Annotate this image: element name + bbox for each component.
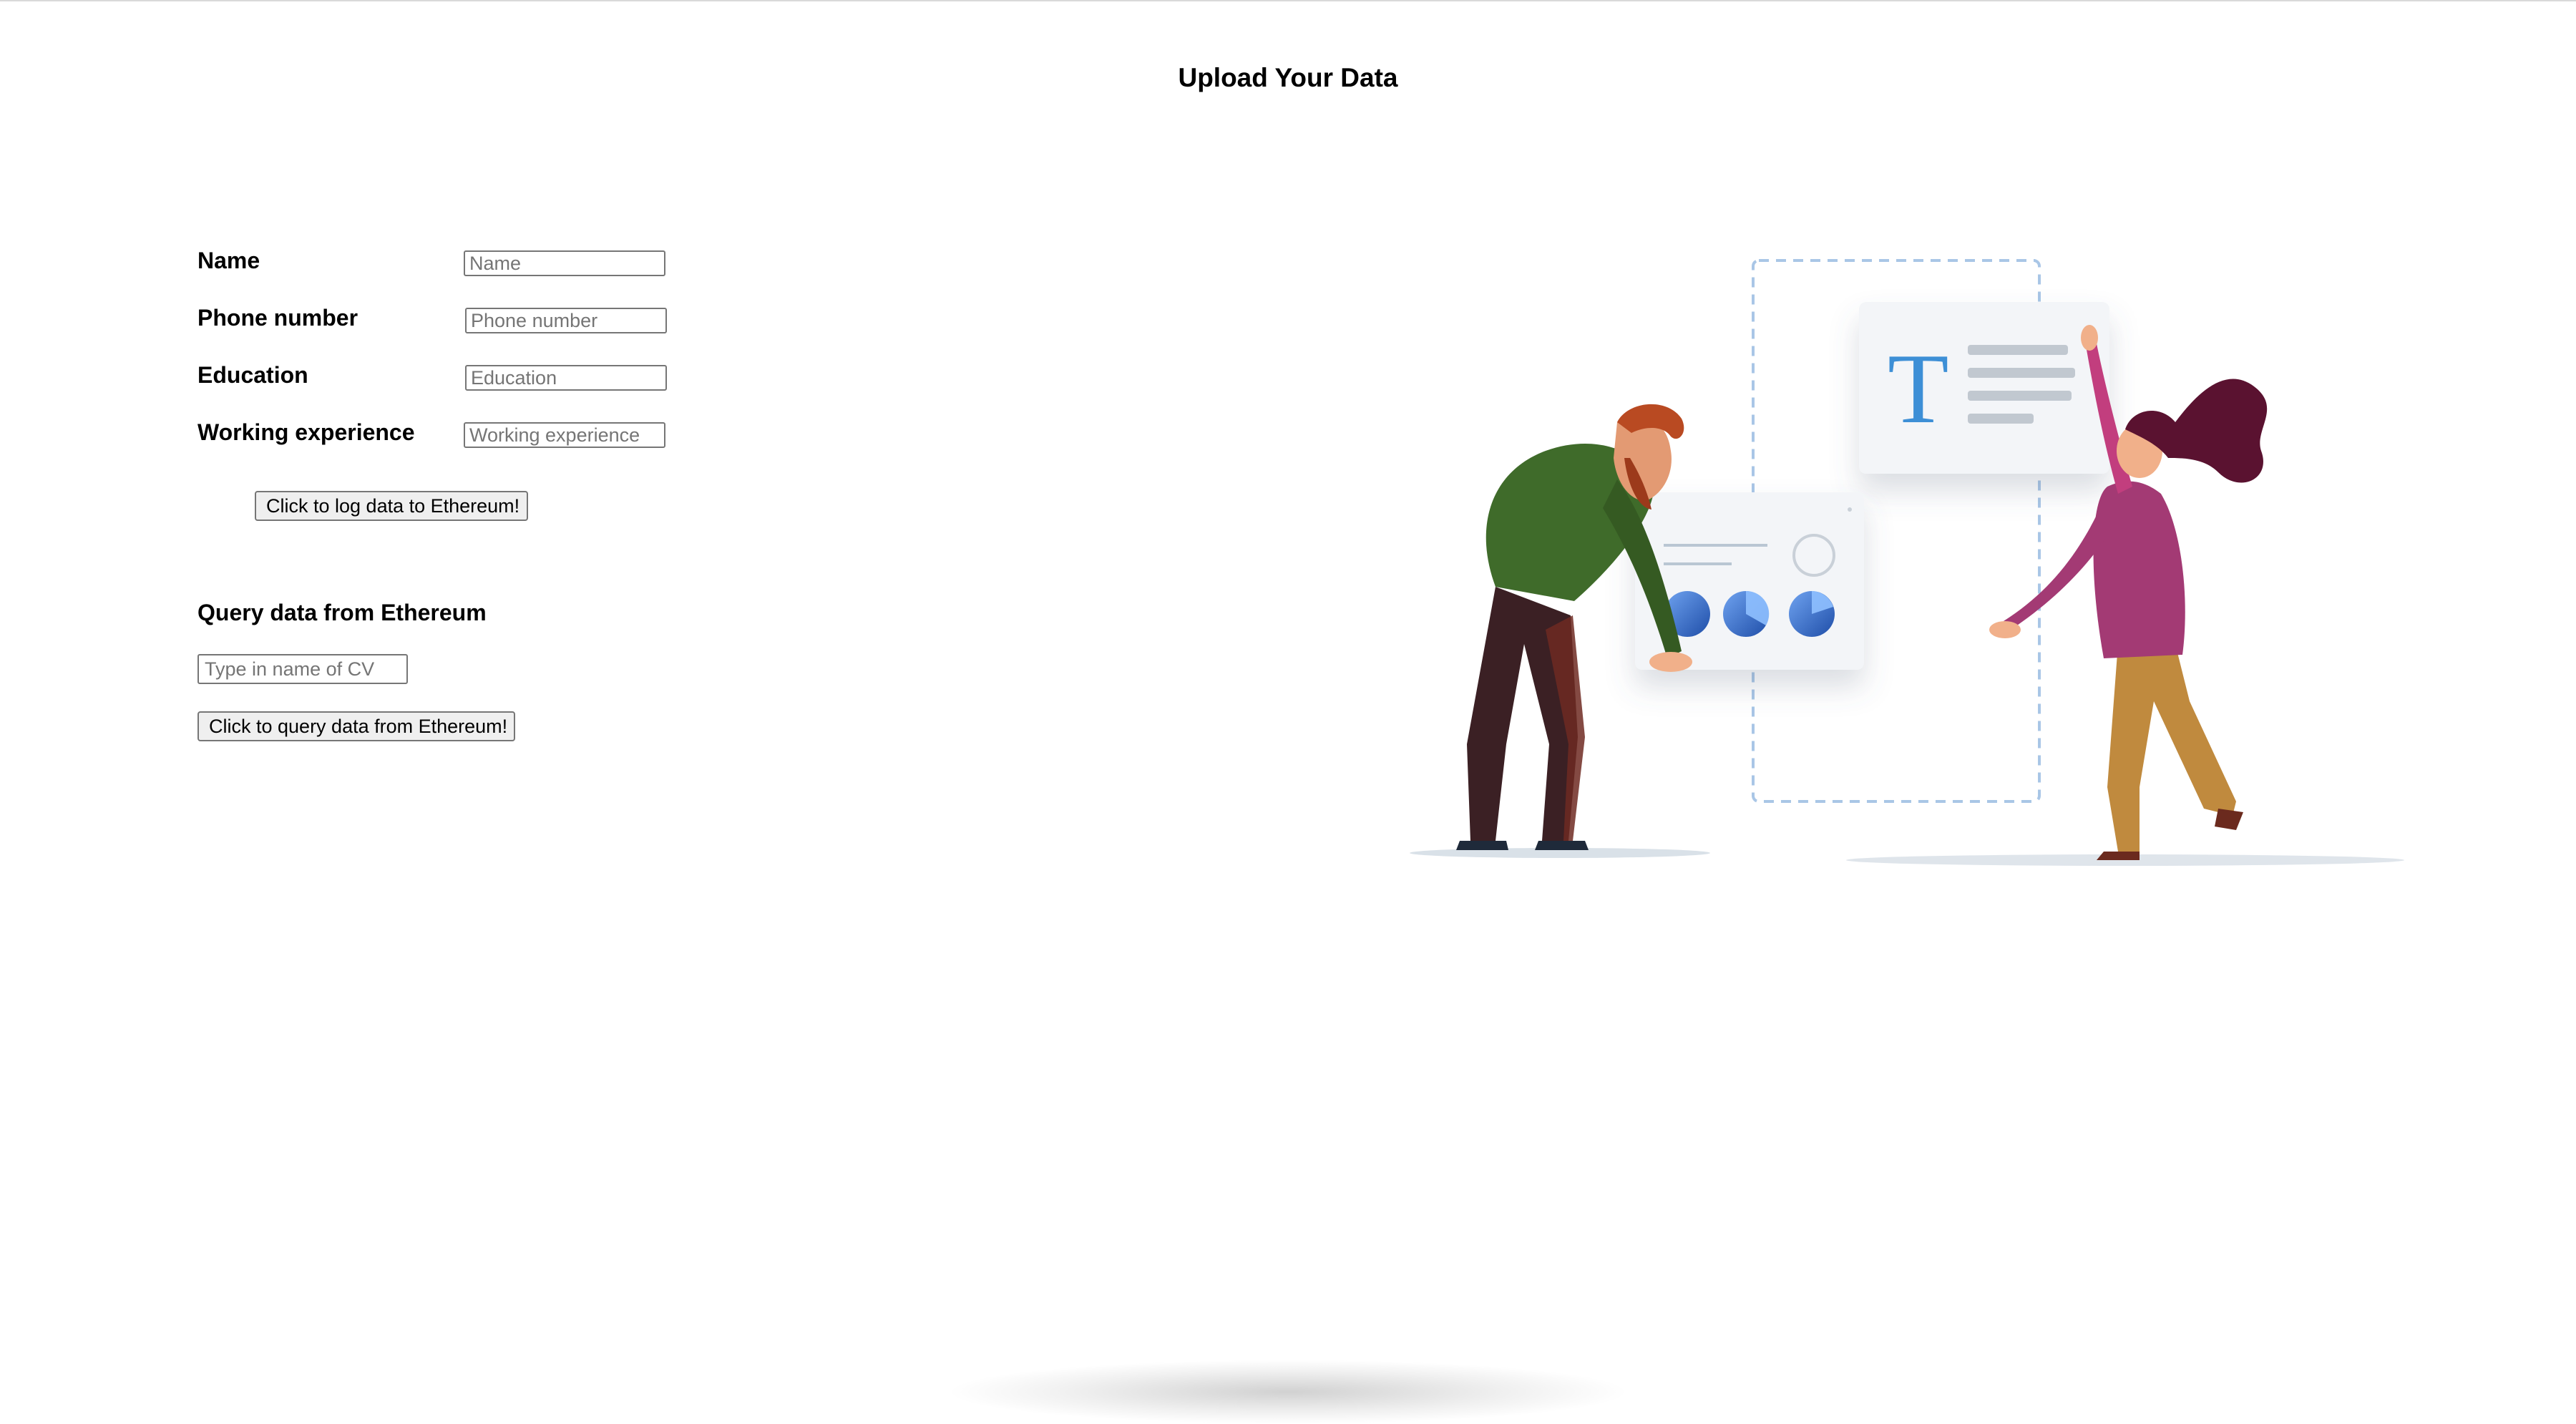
cv-name-input[interactable] — [197, 654, 408, 684]
query-section-title: Query data from Ethereum — [197, 600, 487, 625]
experience-input[interactable] — [464, 422, 665, 448]
education-label: Education — [197, 362, 308, 388]
page-title: Upload Your Data — [1178, 63, 1398, 92]
query-ethereum-button[interactable]: Click to query data from Ethereum! — [197, 711, 515, 741]
card-dot-icon — [1848, 507, 1852, 512]
window-top-border — [0, 0, 2576, 1]
text-card-glyph: T — [1888, 333, 1949, 444]
education-input[interactable] — [465, 365, 667, 391]
experience-label: Working experience — [197, 419, 415, 445]
phone-label: Phone number — [197, 305, 358, 331]
name-input[interactable] — [464, 250, 665, 276]
collaboration-illustration: T — [1410, 259, 2404, 866]
dock-shadow — [945, 1360, 1631, 1424]
name-label: Name — [197, 248, 260, 273]
log-to-ethereum-button[interactable]: Click to log data to Ethereum! — [255, 491, 528, 521]
phone-input[interactable] — [465, 308, 667, 333]
pie-dots-icon — [1664, 590, 1835, 637]
